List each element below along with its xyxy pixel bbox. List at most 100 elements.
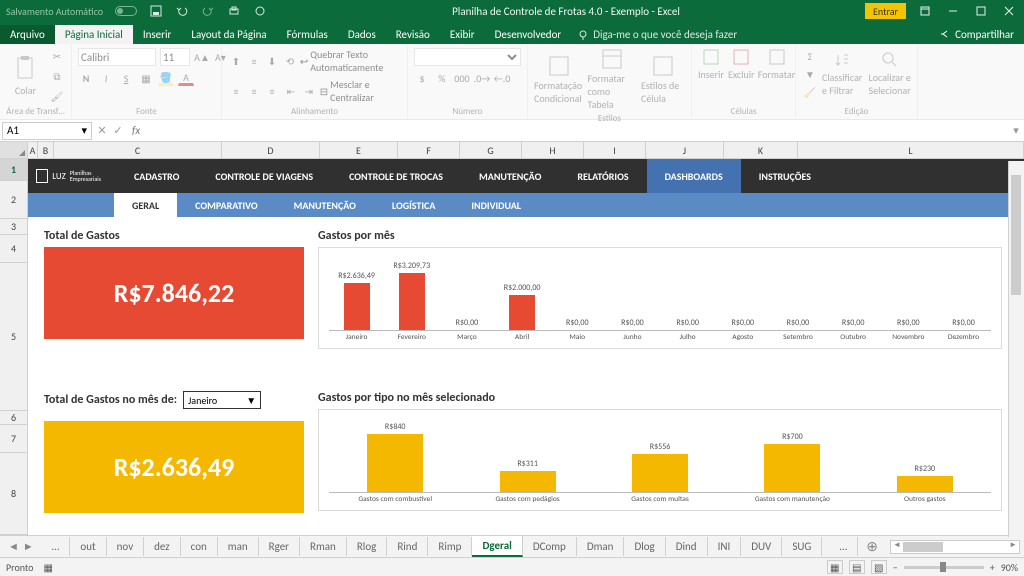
- tab-home[interactable]: Página Inicial: [55, 25, 133, 44]
- save-icon[interactable]: [149, 4, 163, 18]
- copy-icon[interactable]: ⧉: [49, 68, 65, 84]
- subnav-tab[interactable]: INDIVIDUAL: [453, 193, 539, 217]
- cut-icon[interactable]: ✂: [49, 48, 65, 64]
- column-header[interactable]: D: [222, 142, 320, 158]
- nav-item[interactable]: MANUTENÇÃO: [461, 159, 559, 193]
- tab-formulas[interactable]: Fórmulas: [277, 25, 338, 44]
- merge-center-button[interactable]: ⊟Mesclar e Centralizar: [320, 78, 401, 104]
- clear-icon[interactable]: 🧹: [802, 84, 818, 100]
- column-header[interactable]: B: [38, 142, 54, 158]
- subnav-tab[interactable]: MANUTENÇÃO: [276, 193, 374, 217]
- column-header[interactable]: L: [798, 142, 1024, 158]
- align-left-icon[interactable]: ≡: [228, 83, 244, 99]
- nav-item[interactable]: INSTRUÇÕES: [741, 159, 829, 193]
- font-color-button[interactable]: A: [178, 70, 194, 86]
- bold-button[interactable]: N: [78, 70, 94, 86]
- tab-insert[interactable]: Inserir: [133, 25, 182, 44]
- zoom-in-button[interactable]: +: [990, 561, 995, 574]
- align-bottom-icon[interactable]: ⬇: [264, 53, 280, 69]
- print-icon[interactable]: [227, 4, 241, 18]
- subnav-tab[interactable]: COMPARATIVO: [177, 193, 275, 217]
- tab-developer[interactable]: Desenvolvedor: [485, 25, 572, 44]
- column-header[interactable]: F: [398, 142, 460, 158]
- formula-input[interactable]: [146, 122, 1008, 140]
- font-name-select[interactable]: [78, 48, 156, 66]
- subnav-tab[interactable]: LOGÍSTICA: [374, 193, 453, 217]
- align-center-icon[interactable]: ≡: [246, 83, 262, 99]
- zoom-slider[interactable]: [904, 566, 984, 569]
- tab-data[interactable]: Dados: [338, 25, 386, 44]
- nav-item[interactable]: RELATÓRIOS: [559, 159, 646, 193]
- number-format-select[interactable]: [414, 48, 521, 66]
- fill-color-button[interactable]: 🪣: [158, 70, 174, 86]
- column-header[interactable]: E: [320, 142, 398, 158]
- decrease-decimal-icon[interactable]: ←.0: [494, 70, 510, 86]
- column-header[interactable]: A: [28, 142, 38, 158]
- sheet-nav-arrows[interactable]: ◄►: [0, 540, 42, 553]
- cancel-formula-icon[interactable]: ✕: [94, 124, 110, 137]
- border-button[interactable]: ▦: [138, 70, 154, 86]
- autosave-toggle[interactable]: [115, 6, 137, 16]
- delete-cell-button[interactable]: Excluir: [728, 48, 755, 81]
- zoom-out-button[interactable]: −: [893, 561, 898, 574]
- row-header[interactable]: 8: [0, 453, 27, 535]
- insert-cell-button[interactable]: Inserir: [698, 48, 724, 81]
- vertical-scrollbar[interactable]: [1008, 161, 1024, 537]
- minimize-icon[interactable]: [944, 2, 962, 20]
- zoom-level[interactable]: 90%: [1001, 561, 1018, 574]
- autosum-icon[interactable]: Σ: [802, 48, 818, 64]
- column-header[interactable]: I: [584, 142, 646, 158]
- share-button[interactable]: Compartilhar: [929, 25, 1024, 44]
- column-header[interactable]: J: [646, 142, 724, 158]
- page-layout-icon[interactable]: ▤: [849, 560, 865, 574]
- row-header[interactable]: 2: [0, 181, 27, 219]
- find-select-button[interactable]: Localizar e Selecionar: [869, 51, 912, 97]
- thousands-icon[interactable]: 000: [454, 70, 470, 86]
- row-header[interactable]: 3: [0, 219, 27, 235]
- enter-formula-icon[interactable]: ✓: [110, 124, 126, 137]
- fx-icon[interactable]: fx: [126, 124, 146, 137]
- italic-button[interactable]: I: [98, 70, 114, 86]
- horizontal-scrollbar[interactable]: [890, 540, 1020, 554]
- format-painter-icon[interactable]: 🖌: [49, 88, 65, 104]
- row-header[interactable]: 4: [0, 235, 27, 263]
- cell-styles-button[interactable]: Estilos de Célula: [641, 55, 685, 105]
- format-as-table-button[interactable]: Formatar como Tabela: [588, 48, 638, 111]
- close-icon[interactable]: [1000, 2, 1018, 20]
- tab-file[interactable]: Arquivo: [0, 25, 55, 44]
- format-cell-button[interactable]: Formatar: [759, 48, 795, 81]
- align-middle-icon[interactable]: ≡: [246, 53, 262, 69]
- decrease-indent-icon[interactable]: ⇤: [284, 83, 298, 99]
- scrollbar-thumb[interactable]: [903, 542, 943, 552]
- percent-icon[interactable]: %: [434, 70, 450, 86]
- column-header[interactable]: C: [54, 142, 222, 158]
- row-header[interactable]: 5: [0, 263, 27, 411]
- scrollbar-thumb[interactable]: [1011, 175, 1021, 295]
- nav-item[interactable]: DASHBOARDS: [647, 159, 741, 193]
- currency-icon[interactable]: $: [414, 70, 430, 86]
- tell-me-search[interactable]: Diga-me o que você deseja fazer: [571, 25, 743, 44]
- fill-icon[interactable]: ▼: [802, 66, 818, 82]
- page-break-icon[interactable]: ▧: [871, 560, 887, 574]
- row-header[interactable]: 7: [0, 425, 27, 453]
- column-header[interactable]: H: [522, 142, 584, 158]
- touch-mode-icon[interactable]: [253, 4, 267, 18]
- sort-filter-button[interactable]: Classificar e Filtrar: [822, 51, 865, 97]
- tab-layout[interactable]: Layout da Página: [181, 25, 276, 44]
- conditional-formatting-button[interactable]: Formatação Condicional: [534, 55, 584, 105]
- tab-view[interactable]: Exibir: [440, 25, 485, 44]
- normal-view-icon[interactable]: ▦: [827, 560, 843, 574]
- increase-font-icon[interactable]: A▲: [194, 49, 210, 65]
- undo-icon[interactable]: [175, 4, 189, 18]
- row-header[interactable]: 6: [0, 411, 27, 425]
- sign-in-button[interactable]: Entrar: [865, 3, 906, 19]
- nav-item[interactable]: CONTROLE DE TROCAS: [331, 159, 461, 193]
- month-select[interactable]: Janeiro▼: [183, 391, 261, 409]
- increase-indent-icon[interactable]: ⇥: [302, 83, 316, 99]
- underline-button[interactable]: S: [118, 70, 134, 86]
- nav-item[interactable]: CONTROLE DE VIAGENS: [197, 159, 331, 193]
- redo-icon[interactable]: [201, 4, 215, 18]
- wrap-text-button[interactable]: ↩Quebrar Texto Automaticamente: [300, 48, 401, 74]
- orientation-icon[interactable]: ⟲: [284, 53, 296, 69]
- tab-review[interactable]: Revisão: [386, 25, 440, 44]
